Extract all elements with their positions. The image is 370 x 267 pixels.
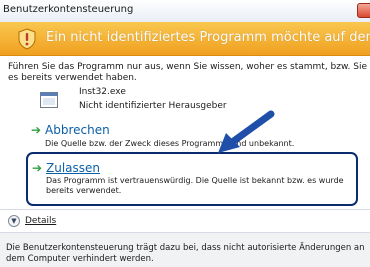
green-arrow-icon: ➔	[31, 123, 42, 137]
program-name: Inst32.exe	[79, 87, 126, 97]
allow-option-title: Zulassen	[46, 161, 101, 175]
shield-warning-icon	[18, 28, 36, 50]
warning-banner: Ein nicht identifiziertes Programm möcht…	[0, 22, 370, 56]
allow-option-description: Das Programm ist vertrauenswürdig. Die Q…	[46, 176, 344, 195]
program-window-icon	[40, 92, 58, 108]
separator	[0, 209, 370, 210]
banner-message: Ein nicht identifiziertes Programm möcht…	[46, 30, 370, 45]
window-title: Benutzerkontensteuerung	[3, 4, 134, 15]
program-publisher: Nicht identifizierter Herausgeber	[79, 101, 227, 111]
title-bar: Benutzerkontensteuerung	[0, 0, 370, 23]
cancel-option-title: Abbrechen	[45, 123, 110, 137]
details-toggle[interactable]: Details	[25, 216, 56, 226]
cancel-option-description: Die Quelle bzw. der Zweck dieses Program…	[45, 139, 295, 148]
footer: Die Benutzerkontensteuerung trägt dazu b…	[0, 232, 370, 267]
allow-option[interactable]: ➔ Zulassen Das Programm ist vertrauenswü…	[26, 152, 358, 206]
footer-text: Die Benutzerkontensteuerung trägt dazu b…	[6, 243, 365, 264]
cancel-option[interactable]: ➔ Abbrechen Die Quelle bzw. der Zweck di…	[27, 117, 359, 151]
chevron-down-icon[interactable]: ▼	[8, 215, 20, 227]
uac-dialog: Benutzerkontensteuerung Ein nicht identi…	[0, 0, 370, 267]
pointer-arrow-icon	[218, 110, 275, 153]
close-button[interactable]	[357, 3, 370, 18]
intro-text: Führen Sie das Programm nur aus, wenn Si…	[8, 62, 367, 83]
green-arrow-icon: ➔	[32, 161, 43, 175]
